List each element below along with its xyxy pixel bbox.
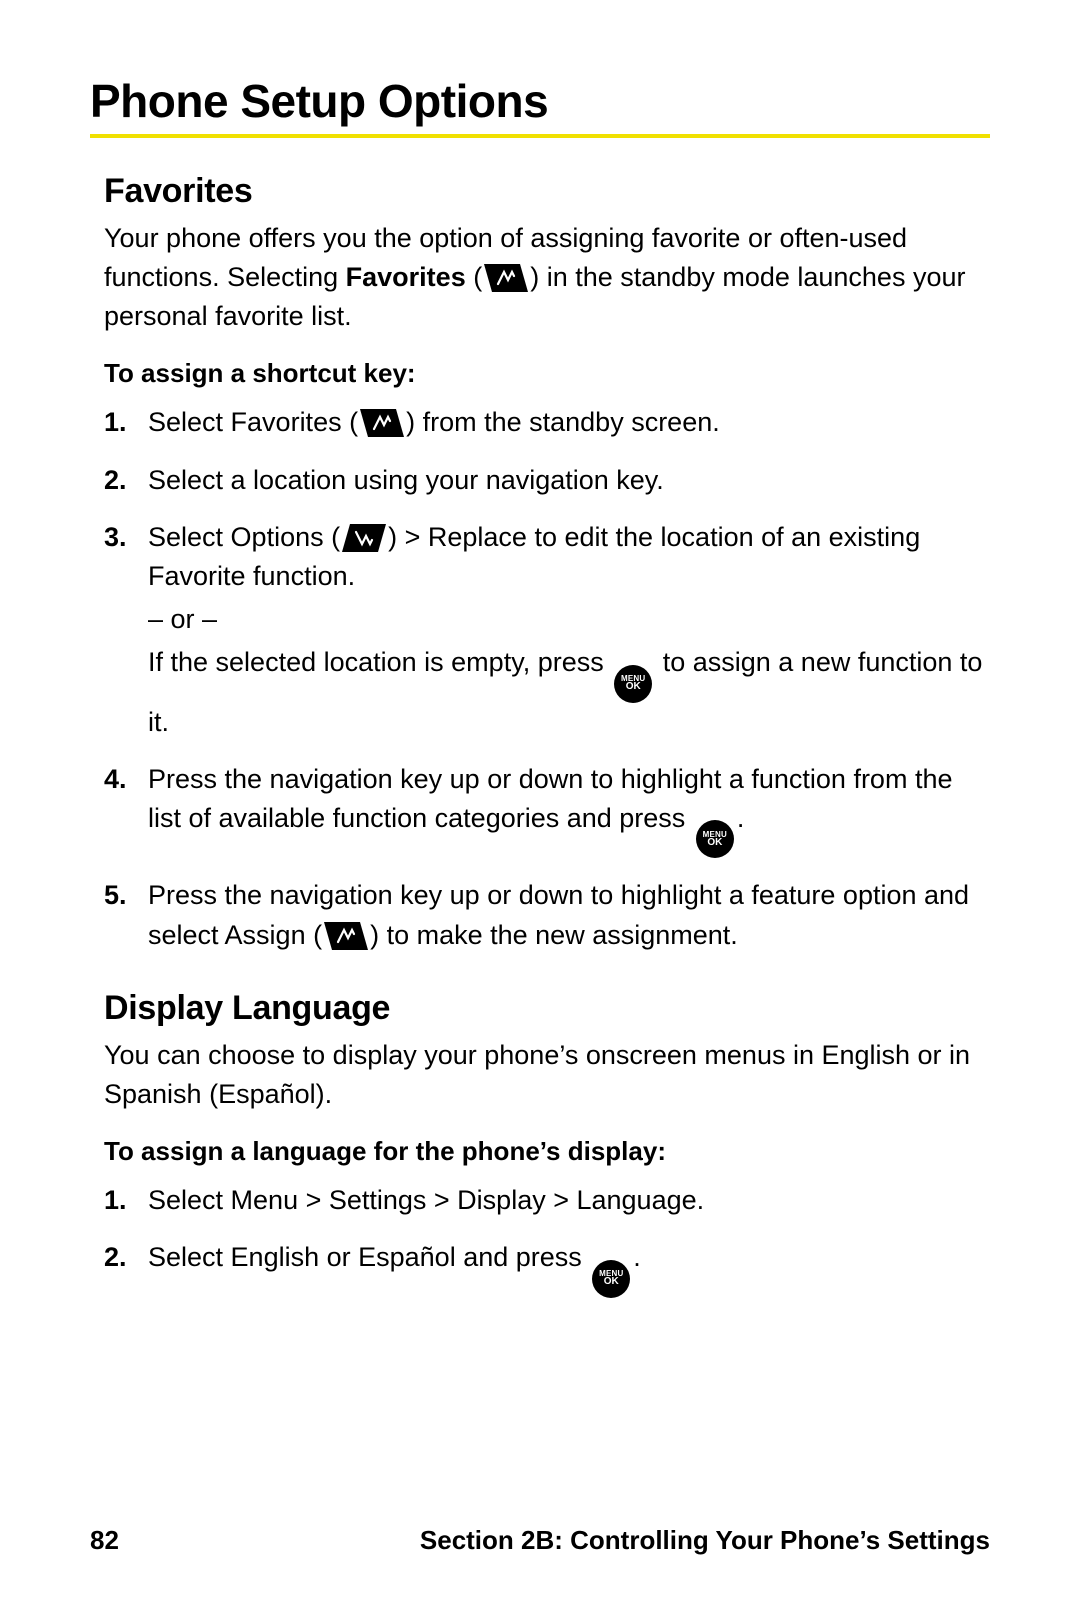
text: ) to make the new assignment. bbox=[370, 920, 738, 950]
text: or bbox=[319, 1242, 358, 1272]
text: If the selected location is empty, press bbox=[148, 647, 611, 677]
text: and press bbox=[456, 1242, 590, 1272]
text: Select a location using your navigation … bbox=[148, 465, 664, 495]
espanol-word: Español bbox=[358, 1242, 456, 1272]
step: Press the navigation key up or down to h… bbox=[104, 760, 990, 859]
text: ( bbox=[306, 920, 323, 950]
text: ( bbox=[466, 262, 483, 292]
menu-ok-icon: MENUOK bbox=[696, 820, 734, 858]
english-word: English bbox=[231, 1242, 320, 1272]
favorites-softkey-icon bbox=[484, 264, 528, 292]
menu-ok-icon: MENUOK bbox=[614, 665, 652, 703]
page-title: Phone Setup Options bbox=[90, 74, 990, 138]
ok-label: OK bbox=[626, 682, 641, 692]
options-softkey-icon bbox=[342, 524, 386, 552]
display-language-heading: Display Language bbox=[104, 989, 990, 1028]
favorites-word: Favorites bbox=[346, 262, 466, 292]
text: ( bbox=[342, 407, 359, 437]
display-language-steps: Select Menu > Settings > Display > Langu… bbox=[104, 1181, 990, 1298]
text: ( bbox=[324, 522, 341, 552]
favorites-softkey-icon bbox=[360, 409, 404, 437]
menu-ok-icon: MENUOK bbox=[592, 1260, 630, 1298]
favorites-intro: Your phone offers you the option of assi… bbox=[104, 219, 990, 336]
step: Select Menu > Settings > Display > Langu… bbox=[104, 1181, 990, 1220]
step: Press the navigation key up or down to h… bbox=[104, 876, 990, 954]
step: Select Options () > Replace to edit the … bbox=[104, 518, 990, 742]
text: Select bbox=[148, 407, 231, 437]
text: Press the navigation key up or down to h… bbox=[148, 764, 952, 833]
ok-label: OK bbox=[604, 1277, 619, 1287]
page-number: 82 bbox=[90, 1525, 119, 1556]
favorites-steps: Select Favorites ( ) from the standby scr… bbox=[104, 403, 990, 954]
favorites-subhead: To assign a shortcut key: bbox=[104, 358, 990, 389]
favorites-softkey-icon bbox=[324, 922, 368, 950]
manual-page: Phone Setup Options Favorites Your phone… bbox=[0, 0, 1080, 1620]
favorites-heading: Favorites bbox=[104, 172, 990, 211]
page-footer: 82 Section 2B: Controlling Your Phone’s … bbox=[0, 1525, 1080, 1556]
step: Select English or Español and press MENU… bbox=[104, 1238, 990, 1298]
options-word: Options bbox=[231, 522, 324, 552]
text: . bbox=[737, 803, 745, 833]
favorites-word: Favorites bbox=[231, 407, 342, 437]
text: . bbox=[633, 1242, 641, 1272]
or-separator: – or – bbox=[148, 600, 990, 639]
step: Select a location using your navigation … bbox=[104, 461, 990, 500]
replace-word: > Replace bbox=[405, 522, 527, 552]
text: ) bbox=[388, 522, 405, 552]
ok-label: OK bbox=[707, 838, 722, 848]
assign-word: Assign bbox=[225, 920, 306, 950]
display-language-intro: You can choose to display your phone’s o… bbox=[104, 1036, 990, 1114]
menu-path: Menu > Settings > Display > Language bbox=[231, 1185, 697, 1215]
text: Select bbox=[148, 1242, 231, 1272]
section-label: Section 2B: Controlling Your Phone’s Set… bbox=[420, 1525, 990, 1556]
text: Select bbox=[148, 1185, 231, 1215]
text: ) from the standby screen. bbox=[406, 407, 720, 437]
text: . bbox=[697, 1185, 705, 1215]
step: Select Favorites ( ) from the standby scr… bbox=[104, 403, 990, 442]
text: Select bbox=[148, 522, 231, 552]
display-language-subhead: To assign a language for the phone’s dis… bbox=[104, 1136, 990, 1167]
